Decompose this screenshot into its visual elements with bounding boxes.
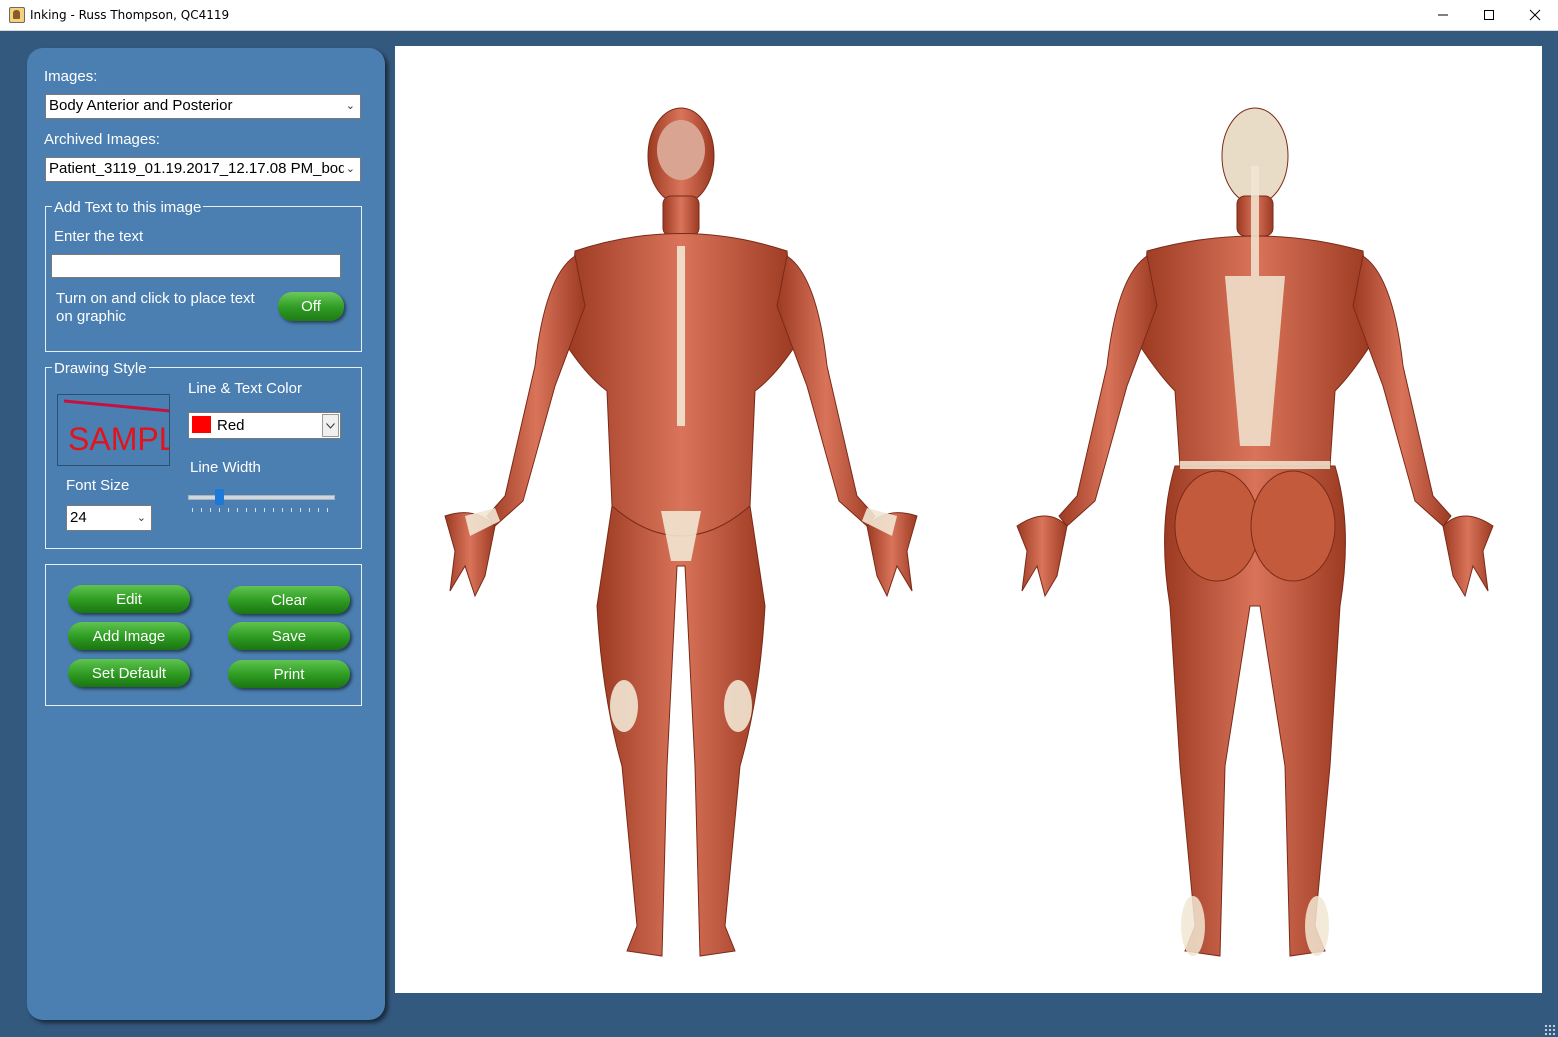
minimize-icon — [1438, 14, 1448, 16]
app-icon — [9, 7, 25, 23]
images-select[interactable]: Body Anterior and Posterior ⌄ — [45, 94, 361, 119]
color-select[interactable]: Red — [188, 412, 341, 439]
place-text-toggle[interactable]: Off — [278, 292, 344, 321]
save-button[interactable]: Save — [228, 622, 350, 650]
font-size-label: Font Size — [66, 477, 130, 494]
chevron-down-icon: ⌄ — [136, 512, 146, 524]
minimize-button[interactable] — [1420, 0, 1466, 30]
print-button[interactable]: Print — [228, 660, 350, 688]
text-input[interactable] — [51, 254, 341, 278]
images-select-value: Body Anterior and Posterior — [49, 97, 233, 114]
add-image-button[interactable]: Add Image — [68, 622, 190, 650]
slider-track — [188, 495, 335, 500]
drawing-canvas[interactable] — [395, 46, 1542, 993]
title-bar: Inking - Russ Thompson, QC4119 — [0, 0, 1558, 31]
edit-button[interactable]: Edit — [68, 585, 190, 613]
color-select-value: Red — [217, 417, 245, 434]
window-title: Inking - Russ Thompson, QC4119 — [30, 8, 230, 22]
style-preview: SAMPLE — [57, 394, 170, 466]
clear-button[interactable]: Clear — [228, 586, 350, 614]
anatomy-image — [444, 107, 1494, 957]
font-size-value: 24 — [70, 509, 87, 526]
images-label: Images: — [44, 68, 98, 85]
archived-images-select[interactable]: Patient_3119_01.19.2017_12.17.08 PM_body… — [45, 157, 361, 182]
set-default-button[interactable]: Set Default — [68, 659, 190, 687]
font-size-select[interactable]: 24 ⌄ — [66, 505, 152, 531]
drawing-style-group-title: Drawing Style — [52, 360, 149, 377]
maximize-button[interactable] — [1466, 0, 1512, 30]
close-button[interactable] — [1512, 0, 1558, 30]
maximize-icon — [1484, 10, 1494, 20]
enter-text-label: Enter the text — [54, 228, 144, 245]
slider-thumb[interactable] — [215, 489, 225, 505]
slider-ticks — [192, 508, 330, 512]
resize-grip[interactable] — [1544, 1024, 1556, 1036]
close-icon — [1529, 9, 1541, 21]
color-swatch — [192, 416, 211, 433]
line-width-label: Line Width — [190, 459, 261, 476]
toggle-hint: Turn on and click to place text on graph… — [56, 290, 255, 325]
add-text-group-title: Add Text to this image — [52, 199, 204, 216]
archived-images-select-value: Patient_3119_01.19.2017_12.17.08 PM_body — [49, 160, 354, 177]
chevron-down-icon: ⌄ — [343, 158, 355, 180]
chevron-down-icon — [322, 414, 339, 437]
chevron-down-icon: ⌄ — [345, 100, 355, 112]
color-label: Line & Text Color — [188, 380, 302, 397]
line-width-slider[interactable] — [188, 488, 335, 516]
archived-images-label: Archived Images: — [44, 131, 160, 148]
sample-text: SAMPLE — [68, 421, 169, 457]
